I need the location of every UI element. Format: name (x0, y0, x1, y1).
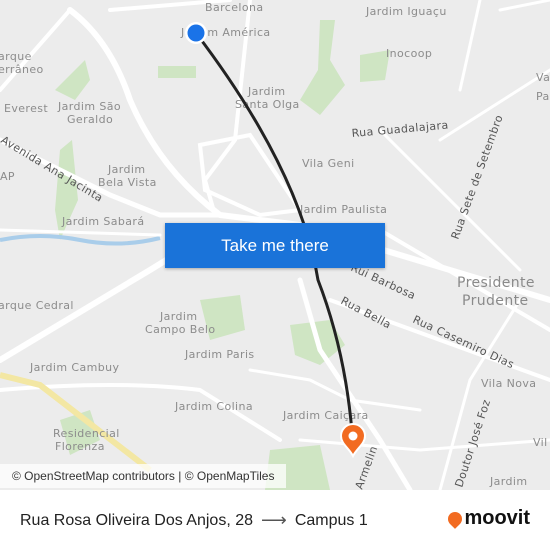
label-bela-vista: Bela Vista (98, 176, 157, 189)
road-label-doutor-jose-foz: Doutor José Foz (452, 398, 493, 489)
label-parque-cedral: arque Cedral (0, 299, 74, 312)
trip-footer: Rua Rosa Oliveira Dos Anjos, 28 ⟶ Campus… (0, 490, 550, 550)
destination-pin-icon[interactable] (339, 423, 367, 459)
label-vila-nova: Vila Nova (481, 377, 536, 390)
label-jardim: Jardim (247, 85, 285, 98)
road-label-rua-bella: Rua Bella (339, 294, 394, 331)
label-geraldo: Geraldo (67, 113, 113, 126)
road-label-rua-sete-de-setembro: Rua Sete de Setembro (449, 113, 506, 241)
road-label-avenida-ana-jacinta: Avenida Ana Jacinta (0, 133, 105, 204)
label-jardim-sao: Jardim São (57, 100, 121, 113)
origin-marker[interactable] (185, 22, 207, 44)
road-label-rua-casemiro-dias: Rua Casemiro Dias (411, 313, 517, 371)
label-jardim-sabara: Jardim Sabará (61, 215, 144, 228)
moovit-pin-icon (445, 508, 466, 529)
moovit-logo[interactable]: moovit (445, 507, 530, 530)
water (0, 234, 161, 246)
label-inocoop: Inocoop (386, 47, 432, 60)
road-label-rua-guadalajara: Rua Guadalajara (351, 119, 449, 140)
label-mediterraneo: errâneo (0, 63, 44, 76)
label-jardim: Jardim (107, 163, 145, 176)
label-ap: AP (0, 170, 15, 183)
label-everest: Everest (4, 102, 48, 115)
label-campo-belo: Campo Belo (145, 323, 215, 336)
label-prudente: Prudente (462, 293, 529, 309)
trip-destination: Campus 1 (294, 511, 368, 529)
trip-origin: Rua Rosa Oliveira Dos Anjos, 28 (20, 511, 253, 529)
map-attribution[interactable]: © OpenStreetMap contributors | © OpenMap… (0, 464, 287, 488)
map[interactable]: Barcelona Jardim América Jardim Iguaçu I… (0, 0, 550, 490)
label-va: Va (536, 71, 550, 84)
label-parque: arque (0, 50, 32, 63)
moovit-wordmark: moovit (464, 507, 530, 529)
take-me-there-button[interactable]: Take me there (165, 223, 385, 268)
label-barcelona: Barcelona (205, 1, 263, 14)
label-jardim-iguacu: Jardim Iguaçu (365, 5, 447, 18)
label-presidente: Presidente (457, 275, 535, 291)
label-jardim-paris: Jardim Paris (184, 348, 255, 361)
label-florenza: Florenza (55, 440, 105, 453)
trip-summary: Rua Rosa Oliveira Dos Anjos, 28 ⟶ Campus… (20, 510, 368, 531)
arrow-right-icon: ⟶ (261, 510, 287, 530)
label-jardim-caicara: Jardim Caiçara (282, 409, 369, 422)
label-jardim-cambuy: Jardim Cambuy (29, 361, 119, 374)
label-jardim-colina: Jardim Colina (174, 400, 253, 413)
label-vila-geni: Vila Geni (302, 157, 355, 170)
label-pa: Pa (536, 90, 550, 103)
label-jardim: Jardim (159, 310, 197, 323)
label-jardim: Jardim (489, 475, 527, 488)
label-residencial: Residencial (53, 427, 120, 440)
label-jardim-paulista: Jardim Paulista (299, 203, 387, 216)
label-vil: Vil (533, 436, 548, 449)
